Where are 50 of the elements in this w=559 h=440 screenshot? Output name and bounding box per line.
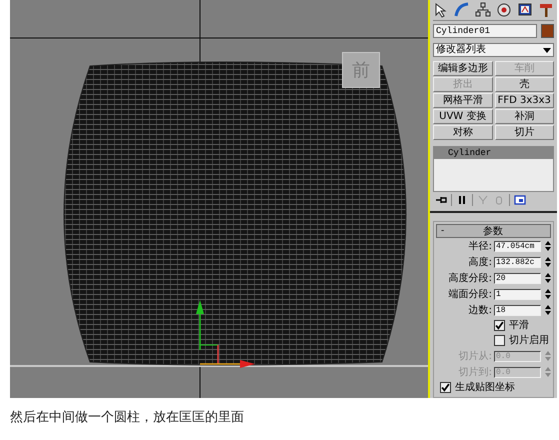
parameter-label: 切片到:	[458, 366, 492, 380]
modifier-button[interactable]: 壳	[494, 77, 554, 92]
modifier-button[interactable]: UVW 变换	[433, 109, 492, 124]
modifier-button[interactable]: 编辑多边形	[433, 61, 492, 76]
spinner-arrows-icon[interactable]	[545, 305, 551, 316]
parameter-field[interactable]: 1	[494, 288, 541, 300]
configure-icon[interactable]	[514, 195, 526, 206]
rollout-header[interactable]: - 参数	[436, 224, 551, 238]
dropdown-arrow-icon	[543, 48, 551, 53]
parameter-label: 切片从:	[458, 350, 492, 364]
parameter-label: 半径:	[468, 240, 492, 254]
rollout-title: 参数	[482, 224, 504, 238]
spinner-arrows-icon[interactable]	[545, 241, 551, 252]
parameter-label: 高度:	[468, 256, 492, 270]
caption-text: 然后在中间做一个圆柱，放在匡匡的里面	[9, 409, 245, 426]
modifier-button[interactable]: 补洞	[494, 109, 554, 124]
modifier-list-dropdown[interactable]: 修改器列表	[433, 43, 554, 58]
parameter-label: 高度分段:	[448, 272, 492, 286]
spinner-arrows-icon[interactable]	[545, 289, 551, 300]
modifier-button[interactable]: 网格平滑	[433, 93, 492, 108]
parameter-field[interactable]: 20	[494, 272, 541, 284]
checkbox-label: 平滑	[509, 319, 529, 332]
hammer-icon[interactable]	[538, 2, 554, 18]
stack-item[interactable]: Cylinder	[434, 147, 553, 160]
checkbox[interactable]	[440, 382, 451, 393]
motion-icon[interactable]	[496, 2, 512, 18]
hierarchy-icon[interactable]	[475, 2, 491, 18]
axis-gizmo-drawing	[196, 300, 255, 368]
spinner-arrows-icon[interactable]	[545, 257, 551, 268]
display-icon[interactable]	[517, 2, 533, 18]
cursor-icon[interactable]	[433, 2, 449, 18]
parameter-field[interactable]: 47.054cm	[494, 240, 541, 252]
spinner-arrows-icon[interactable]	[545, 273, 551, 284]
pin-icon[interactable]	[435, 195, 447, 206]
checkbox[interactable]	[494, 334, 505, 346]
parameter-label: 边数:	[468, 304, 492, 318]
parameter-field[interactable]: 18	[494, 304, 541, 316]
object-name-field[interactable]: Cylinder01	[433, 24, 537, 38]
modifier-button[interactable]: 对称	[433, 125, 492, 140]
checkbox-label: 切片启用	[509, 334, 549, 348]
collapse-symbol[interactable]: -	[437, 226, 448, 236]
arc-icon[interactable]	[454, 2, 470, 18]
checkbox[interactable]	[494, 320, 505, 331]
parameter-label: 端面分段:	[448, 288, 492, 302]
modifier-button[interactable]: FFD 3x3x3	[494, 93, 554, 108]
checkbox-label: 生成贴图坐标	[455, 380, 515, 394]
modifier-button[interactable]: 切片	[494, 125, 554, 140]
parameter-field[interactable]: 132.882c	[494, 256, 541, 268]
object-color-swatch[interactable]	[541, 24, 554, 38]
pause-bars-icon[interactable]	[456, 195, 468, 206]
